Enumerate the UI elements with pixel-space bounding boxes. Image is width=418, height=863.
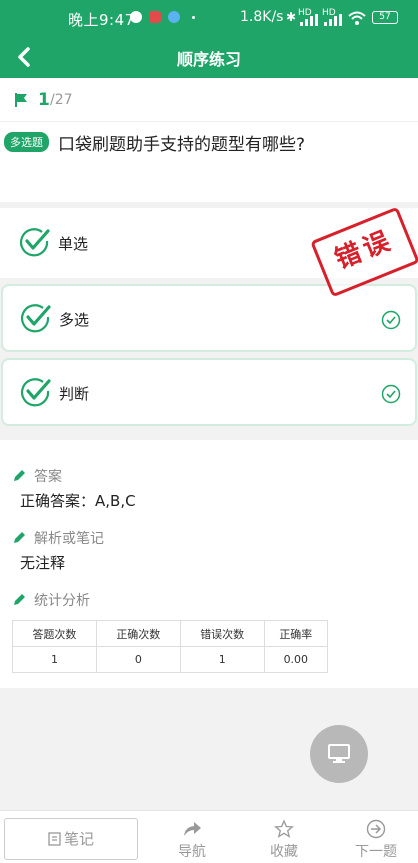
option-b[interactable]: 多选 [1,284,417,352]
note-button-label: 笔记 [63,830,94,848]
status-time: 晚上9:47 [68,11,135,29]
star-icon [274,819,294,838]
stats-header-row: 答题次数 正确次数 错误次数 正确率 [12,620,329,647]
stats-value-cell: 0 [95,646,181,673]
stats-header-cell: 正确率 [263,620,329,647]
notes-section-title: 解析或笔记 [12,528,104,548]
bottom-toolbar: 笔记 导航 收藏 下一题 [0,810,418,863]
checkmark-circle-icon [20,304,51,333]
option-c-label: 判断 [59,385,90,403]
page-title: 顺序练习 [176,50,241,69]
tab-favorite-label: 收藏 [270,844,298,860]
wifi-icon [348,11,366,25]
tab-favorite[interactable]: 收藏 [254,819,314,861]
correct-answer-text: 正确答案：A,B,C [20,492,136,510]
network-speed: 1.8K/s [240,9,284,25]
option-a-label: 单选 [58,235,89,253]
stats-section-title: 统计分析 [12,590,90,610]
bluetooth-icon: ✱ [286,10,297,24]
question-text: 口袋刷题助手支持的题型有哪些? [58,135,306,155]
arrow-right-circle-icon [366,819,386,839]
checkmark-circle-icon [20,378,51,407]
current-question-number: 1 [38,90,50,110]
answer-section-title: 答案 [12,466,62,486]
notes-text: 无注释 [20,554,66,572]
monitor-icon [328,744,350,763]
checkmark-circle-icon [19,228,50,257]
stats-title: 统计分析 [34,593,90,609]
status-bar: 晚上9:47 1.8K/s ✱ HD HD 57 [0,0,418,36]
signal-2-icon [324,14,342,26]
question-progress: 1 /27 [0,78,418,122]
note-icon [48,832,61,846]
tab-navigation-label: 导航 [178,844,206,860]
stats-value-cell: 1 [12,646,97,673]
stats-value-cell: 1 [179,646,265,673]
pen-icon [14,470,25,481]
notes-title: 解析或笔记 [34,531,104,547]
pen-icon [14,594,25,605]
pen-icon [14,532,25,543]
option-b-label: 多选 [59,311,90,329]
dot-icon [192,16,195,19]
correct-icon [381,384,401,404]
answer-title: 答案 [34,469,62,485]
analysis-panel: 答案 正确答案：A,B,C 解析或笔记 无注释 统计分析 答题次数 正确次数 错… [0,440,418,688]
signal-1-icon [300,14,318,26]
stats-value-row: 1 0 1 0.00 [12,646,329,673]
stats-header-cell: 错误次数 [179,620,265,647]
tab-navigation[interactable]: 导航 [162,819,222,861]
battery-icon: 57 [372,11,398,24]
tab-next[interactable]: 下一题 [346,819,406,861]
screen-mode-button[interactable] [310,725,368,783]
flag-icon [15,93,27,107]
share-arrow-icon [184,822,201,836]
note-button[interactable]: 笔记 [4,818,138,860]
correct-icon [381,310,401,330]
question-type-badge: 多选题 [4,132,49,152]
notification-icon [130,11,142,23]
stats-value-cell: 0.00 [263,646,329,673]
total-questions: /27 [50,92,73,108]
option-c[interactable]: 判断 [1,358,417,426]
app-notification-icon [149,11,161,23]
question-card: 多选题 口袋刷题助手支持的题型有哪些? [0,122,418,202]
stats-header-cell: 正确次数 [95,620,181,647]
nav-bar: 顺序练习 [0,36,418,78]
stats-header-cell: 答题次数 [12,620,97,647]
tab-next-label: 下一题 [355,844,397,860]
stats-table: 答题次数 正确次数 错误次数 正确率 1 0 1 0.00 [12,620,329,673]
cloud-icon [168,11,180,23]
